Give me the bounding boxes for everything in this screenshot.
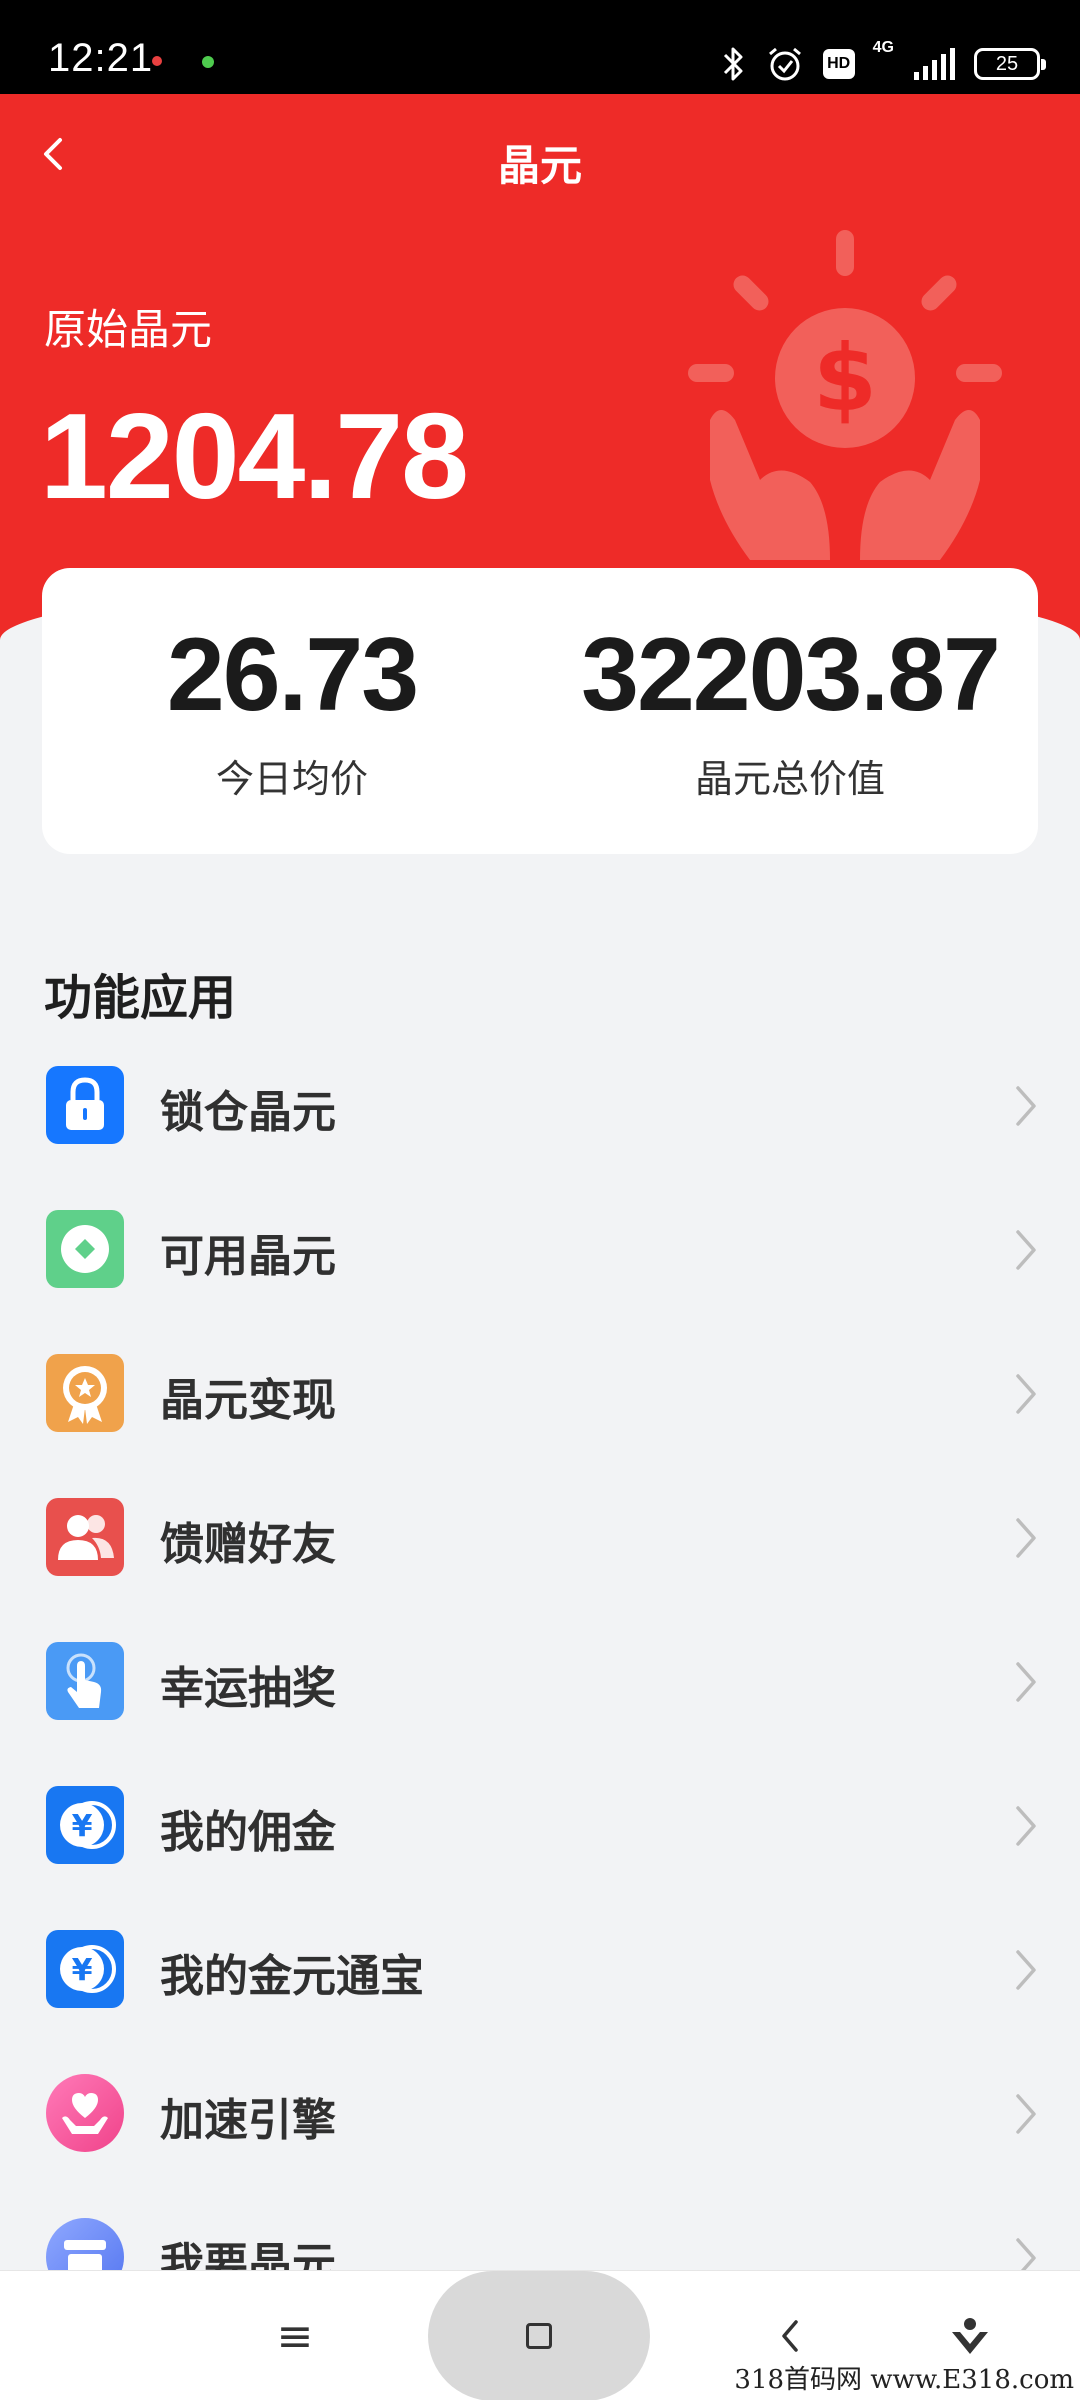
bluetooth-icon [723, 47, 743, 81]
chevron-right-icon [1016, 2094, 1036, 2134]
heart-hand-icon [46, 2074, 124, 2152]
lock-icon [46, 1066, 124, 1144]
svg-text:$: $ [813, 325, 877, 432]
menu-item-locked[interactable]: 锁仓晶元 [0, 1034, 1080, 1178]
wechat-notification-icon [202, 56, 214, 68]
chevron-right-icon [1016, 2238, 1036, 2270]
menu-label: 我的佣金 [160, 1807, 336, 1858]
friends-icon [46, 1498, 124, 1576]
assistant-icon [952, 2318, 988, 2354]
stat-total-value: 32203.87 晶元总价值 [542, 568, 1038, 854]
menu-item-want[interactable]: 我要晶元 [0, 2186, 1080, 2270]
chevron-right-icon [1016, 1086, 1036, 1126]
stat-avg-price: 26.73 今日均价 [42, 568, 542, 854]
chevron-right-icon [1016, 1230, 1036, 1270]
yuan-coin-icon: ¥ [46, 1930, 124, 2008]
section-title: 功能应用 [44, 970, 237, 1026]
menu-item-accelerate[interactable]: 加速引擎 [0, 2042, 1080, 2186]
menu-item-tongbao[interactable]: ¥ 我的金元通宝 [0, 1898, 1080, 2042]
chevron-right-icon [1016, 1806, 1036, 1846]
home-icon [428, 2271, 650, 2400]
yuan-coin-icon: ¥ [46, 1786, 124, 1864]
svg-text:¥: ¥ [72, 1953, 93, 1988]
chevron-right-icon [1016, 1374, 1036, 1414]
chevron-right-icon [1016, 1518, 1036, 1558]
menu-item-gift-friend[interactable]: 馈赠好友 [0, 1466, 1080, 1610]
menu-label: 我要晶元 [160, 2239, 336, 2270]
tap-icon [46, 1642, 124, 1720]
status-icons: HD 4G 25 [721, 36, 1046, 92]
coin-diamond-icon [46, 1210, 124, 1288]
notification-icon [152, 56, 162, 66]
stat-label: 今日均价 [215, 757, 368, 801]
page-title: 晶元 [497, 141, 582, 190]
network-type: 4G [872, 39, 894, 56]
stat-label: 晶元总价值 [694, 757, 885, 801]
menu-item-cashout[interactable]: 晶元变现 [0, 1322, 1080, 1466]
balance-label: 原始晶元 [44, 305, 213, 354]
balance-value: 1204.78 [40, 388, 469, 524]
svg-text:¥: ¥ [72, 1809, 93, 1844]
stat-value: 32203.87 [581, 617, 1001, 733]
stats-card: 26.73 今日均价 32203.87 晶元总价值 [42, 568, 1038, 854]
menu-label: 可用晶元 [160, 1231, 336, 1282]
menu-icon[interactable]: ≡ [250, 2271, 340, 2400]
battery-icon: 25 [974, 48, 1046, 80]
medal-icon [46, 1354, 124, 1432]
money-hands-icon: $ [688, 230, 1002, 560]
alarm-icon [768, 47, 801, 81]
status-time: 12:21 [48, 36, 154, 80]
menu-item-commission[interactable]: ¥ 我的佣金 [0, 1754, 1080, 1898]
menu-label: 幸运抽奖 [160, 1663, 336, 1714]
store-icon [46, 2218, 124, 2270]
hd-icon: HD [822, 49, 855, 79]
home-button[interactable] [428, 2271, 650, 2400]
chevron-right-icon [1016, 1950, 1036, 1990]
back-icon [782, 2320, 798, 2352]
menu-label: 加速引擎 [160, 2095, 336, 2146]
menu-item-available[interactable]: 可用晶元 [0, 1178, 1080, 1322]
feature-list: 锁仓晶元 可用晶元 晶元变现 馈赠好友 幸运抽奖 ¥ 我的佣金 ¥ 我的金元通宝… [0, 1034, 1080, 2270]
stat-value: 26.73 [166, 617, 419, 733]
watermark: 318首码网 www.E318.com [734, 2365, 1074, 2395]
menu-label: 我的金元通宝 [160, 1951, 424, 2002]
signal-icon [914, 48, 955, 80]
menu-label: 馈赠好友 [160, 1519, 336, 1570]
status-bar: 12:21 HD 4G 25 [0, 0, 1080, 94]
menu-label: 锁仓晶元 [160, 1087, 336, 1138]
chevron-right-icon [1016, 1662, 1036, 1702]
menu-item-lottery[interactable]: 幸运抽奖 [0, 1610, 1080, 1754]
menu-label: 晶元变现 [160, 1375, 336, 1426]
